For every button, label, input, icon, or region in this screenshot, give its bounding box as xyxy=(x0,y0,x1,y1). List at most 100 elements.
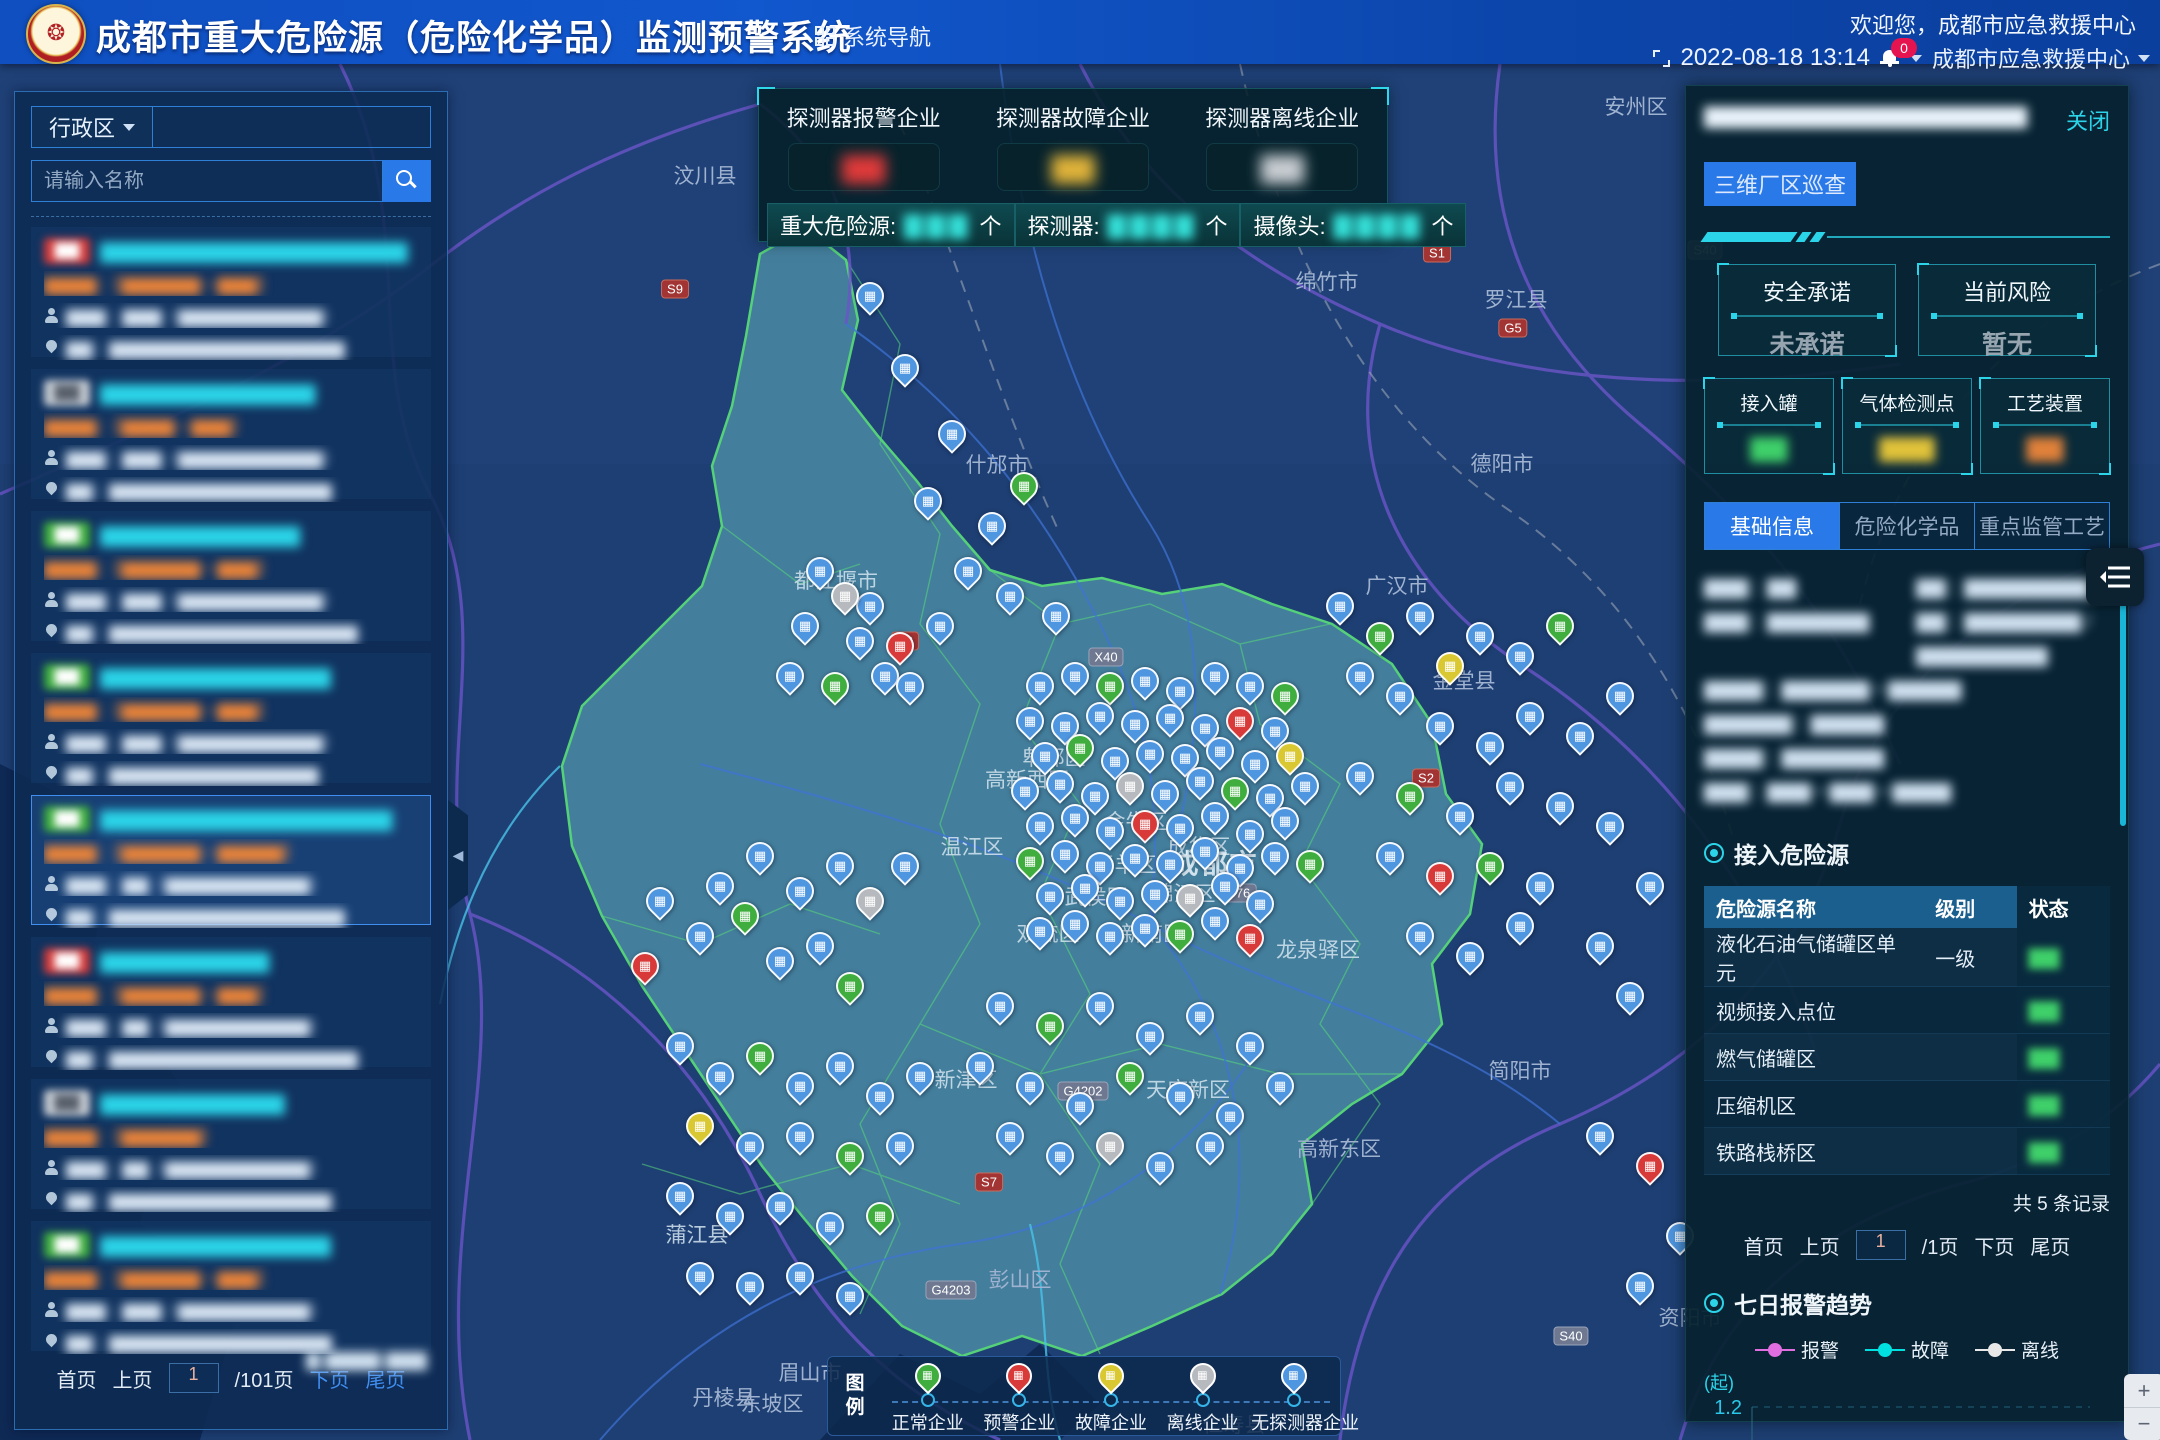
enterprise-map-marker[interactable] xyxy=(1580,1116,1620,1156)
enterprise-map-marker[interactable] xyxy=(1060,1086,1100,1126)
enterprise-map-marker[interactable] xyxy=(1540,606,1580,646)
enterprise-map-marker[interactable] xyxy=(700,1056,740,1096)
enterprise-map-marker[interactable] xyxy=(1055,904,1095,944)
enterprise-map-marker[interactable] xyxy=(1230,1026,1270,1066)
enterprise-map-marker[interactable] xyxy=(1400,916,1440,956)
hazard-table-row[interactable]: 燃气储罐区▇▇ xyxy=(1704,1034,2110,1081)
enterprise-map-marker[interactable] xyxy=(1610,976,1650,1016)
enterprise-map-marker[interactable] xyxy=(1125,804,1165,844)
company-list-item[interactable]: ▇▇▇▇▇▇▇▇▇▇▇▇▇▇▇▇▇▇▇▇▇：【▇▇▇▇▇▇－▇▇▇】▇▇▇：▇▇… xyxy=(31,1221,431,1351)
enterprise-map-marker[interactable] xyxy=(1390,776,1430,816)
enterprise-map-marker[interactable] xyxy=(1440,796,1480,836)
enterprise-map-marker[interactable] xyxy=(1020,666,1060,706)
enterprise-map-marker[interactable] xyxy=(1520,866,1560,906)
district-select[interactable]: 行政区 xyxy=(31,106,153,148)
enterprise-map-marker[interactable] xyxy=(1040,1136,1080,1176)
map-zoom-in-button[interactable]: + xyxy=(2124,1374,2160,1407)
enterprise-map-marker[interactable] xyxy=(1150,844,1190,884)
enterprise-map-marker[interactable] xyxy=(1030,876,1070,916)
enterprise-map-marker[interactable] xyxy=(1160,914,1200,954)
enterprise-map-marker[interactable] xyxy=(680,1106,720,1146)
enterprise-map-marker[interactable] xyxy=(1450,936,1490,976)
enterprise-map-marker[interactable] xyxy=(885,348,925,388)
enterprise-map-marker[interactable] xyxy=(1380,676,1420,716)
enterprise-map-marker[interactable] xyxy=(830,1136,870,1176)
company-list-item[interactable]: ▇▇▇▇▇▇▇▇▇▇▇▇▇▇▇▇▇▇▇：【▇▇▇▇▇▇－▇▇▇】▇▇▇：▇▇▇（… xyxy=(31,511,431,641)
enterprise-map-marker[interactable] xyxy=(660,1026,700,1066)
enterprise-map-marker[interactable] xyxy=(1110,1056,1150,1096)
enterprise-map-marker[interactable] xyxy=(1115,704,1155,744)
enterprise-map-marker[interactable] xyxy=(1560,716,1600,756)
enterprise-map-marker[interactable] xyxy=(710,1196,750,1236)
enterprise-map-marker[interactable] xyxy=(1220,701,1260,741)
enterprise-map-marker[interactable] xyxy=(660,1176,700,1216)
enterprise-map-marker[interactable] xyxy=(860,1196,900,1236)
detail-tab-重点监管工艺[interactable]: 重点监管工艺 xyxy=(1975,502,2110,550)
enterprise-map-marker[interactable] xyxy=(700,866,740,906)
enterprise-map-marker[interactable] xyxy=(1500,906,1540,946)
enterprise-map-marker[interactable] xyxy=(990,1116,1030,1156)
enterprise-map-marker[interactable] xyxy=(730,1266,770,1306)
close-panel-link[interactable]: 关闭 xyxy=(2066,104,2110,136)
enterprise-map-marker[interactable] xyxy=(1125,908,1165,948)
enterprise-map-marker[interactable] xyxy=(948,551,988,591)
enterprise-map-marker[interactable] xyxy=(1360,616,1400,656)
system-nav-button[interactable]: 系统导航 xyxy=(815,20,931,52)
pagination-last[interactable]: 尾页 xyxy=(2030,1231,2070,1260)
enterprise-map-marker[interactable] xyxy=(1080,696,1120,736)
hazard-table-row[interactable]: 视频接入点位▇▇ xyxy=(1704,987,2110,1034)
chart-legend-item[interactable]: 故障 xyxy=(1865,1336,1949,1363)
enterprise-map-marker[interactable] xyxy=(725,896,765,936)
enterprise-map-marker[interactable] xyxy=(1230,918,1270,958)
enterprise-map-marker[interactable] xyxy=(1145,774,1185,814)
chart-legend-item[interactable]: 离线 xyxy=(1975,1336,2059,1363)
search-input[interactable] xyxy=(31,160,383,202)
enterprise-map-marker[interactable] xyxy=(1540,786,1580,826)
enterprise-map-marker[interactable] xyxy=(1080,986,1120,1026)
enterprise-map-marker[interactable] xyxy=(1320,586,1360,626)
enterprise-map-marker[interactable] xyxy=(880,1126,920,1166)
enterprise-map-marker[interactable] xyxy=(780,1256,820,1296)
company-list-item[interactable]: ▇▇▇▇▇▇▇▇▇▇▇▇▇▇▇▇▇▇：【▇▇▇▇▇▇】▇▇▇：▇▇（▇▇▇▇▇▇… xyxy=(31,1079,431,1209)
pagination-page-input[interactable]: 1 xyxy=(169,1363,219,1393)
enterprise-map-marker[interactable] xyxy=(885,846,925,886)
enterprise-map-marker[interactable] xyxy=(1210,1096,1250,1136)
enterprise-map-marker[interactable] xyxy=(1090,666,1130,706)
enterprise-map-marker[interactable] xyxy=(1340,656,1380,696)
enterprise-map-marker[interactable] xyxy=(1130,1016,1170,1056)
fullscreen-icon[interactable] xyxy=(1653,50,1670,67)
enterprise-map-marker[interactable] xyxy=(1340,756,1380,796)
enterprise-map-marker[interactable] xyxy=(1030,1006,1070,1046)
enterprise-map-marker[interactable] xyxy=(1005,771,1045,811)
enterprise-map-marker[interactable] xyxy=(850,276,890,316)
enterprise-map-marker[interactable] xyxy=(1115,838,1155,878)
enterprise-map-marker[interactable] xyxy=(840,621,880,661)
enterprise-map-marker[interactable] xyxy=(1620,1266,1660,1306)
enterprise-map-marker[interactable] xyxy=(1490,766,1530,806)
enterprise-map-marker[interactable] xyxy=(820,1046,860,1086)
enterprise-map-marker[interactable] xyxy=(908,481,948,521)
company-list-item[interactable]: ▇▇▇▇▇▇▇▇▇▇▇▇▇▇▇▇▇▇▇▇▇：【▇▇▇▇▇▇－▇▇▇】▇▇▇：▇▇… xyxy=(31,653,431,783)
company-list-item[interactable]: ▇▇▇▇▇▇▇▇▇▇▇▇▇▇▇▇▇▇▇▇▇▇▇▇▇▇：【▇▇▇▇▇▇－▇▇▇】▇… xyxy=(31,227,431,357)
enterprise-map-marker[interactable] xyxy=(972,506,1012,546)
enterprise-map-marker[interactable] xyxy=(1230,666,1270,706)
panel-slideout-button[interactable] xyxy=(2086,548,2144,606)
enterprise-map-marker[interactable] xyxy=(990,576,1030,616)
enterprise-map-marker[interactable] xyxy=(1100,881,1140,921)
enterprise-map-marker[interactable] xyxy=(1510,696,1550,736)
enterprise-map-marker[interactable] xyxy=(785,606,825,646)
chart-legend-item[interactable]: 报警 xyxy=(1755,1336,1839,1363)
enterprise-map-marker[interactable] xyxy=(1470,726,1510,766)
enterprise-map-marker[interactable] xyxy=(932,414,972,454)
enterprise-map-marker[interactable] xyxy=(1190,1126,1230,1166)
enterprise-map-marker[interactable] xyxy=(920,606,960,646)
enterprise-map-marker[interactable] xyxy=(980,986,1020,1026)
enterprise-map-marker[interactable] xyxy=(860,1076,900,1116)
enterprise-map-marker[interactable] xyxy=(780,871,820,911)
pagination-prev[interactable]: 上页 xyxy=(1800,1231,1840,1260)
3d-patrol-button[interactable]: 三维厂区巡查 xyxy=(1704,162,1856,206)
hazard-table-row[interactable]: 液化石油气储罐区单元一级▇▇ xyxy=(1704,928,2110,987)
enterprise-map-marker[interactable] xyxy=(830,1276,870,1316)
detail-tab-危险化学品[interactable]: 危险化学品 xyxy=(1840,502,1975,550)
enterprise-map-marker[interactable] xyxy=(850,881,890,921)
